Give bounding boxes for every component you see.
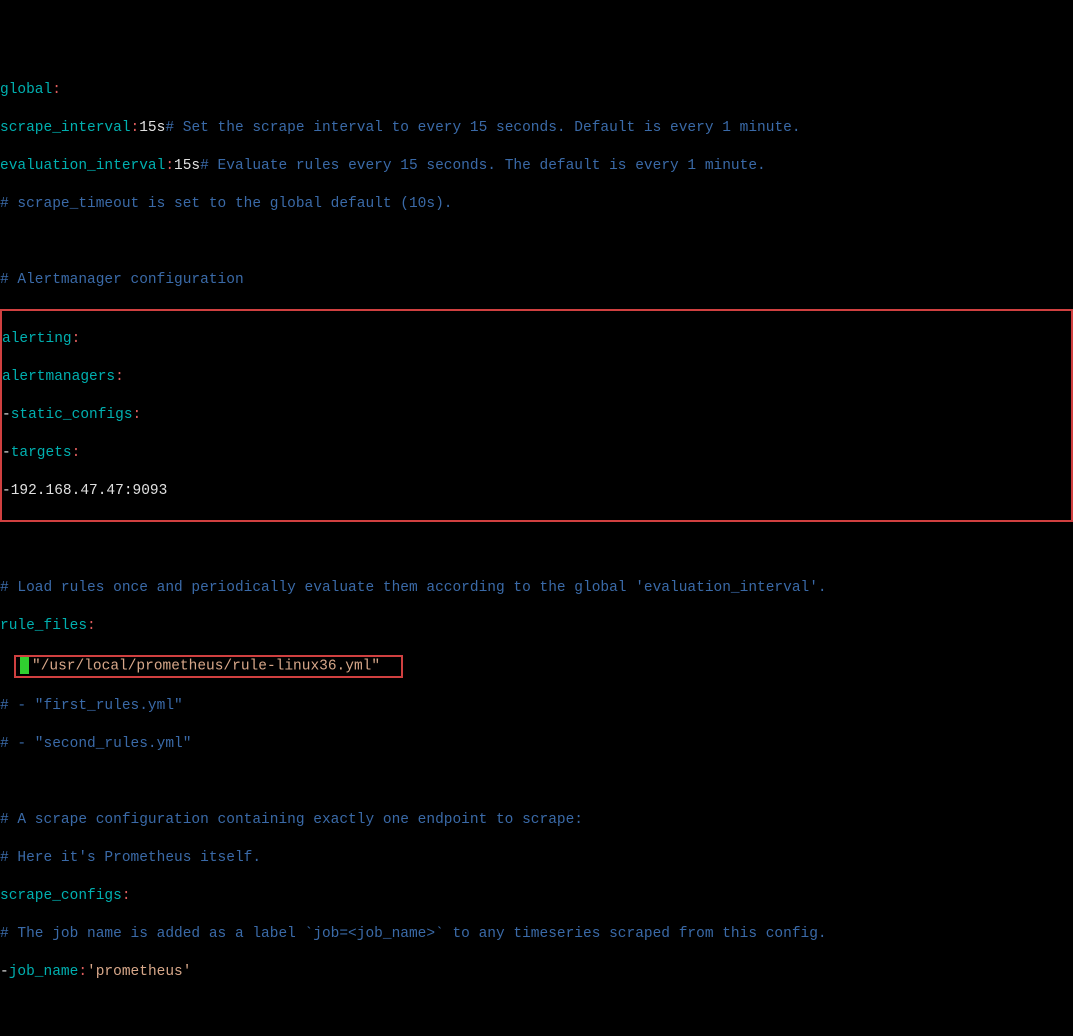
comment-job: # The job name is added as a label `job=…: [0, 925, 827, 944]
yaml-line-first-rules[interactable]: # - "first_rules.yml": [0, 697, 1073, 716]
comment-first-rules: # - "first_rules.yml": [0, 697, 183, 716]
yaml-line-scrape-comment1[interactable]: # A scrape configuration containing exac…: [0, 811, 1073, 830]
comment-eval-interval: # Evaluate rules every 15 seconds. The d…: [200, 157, 766, 176]
key-scrape-configs: scrape_configs: [0, 887, 122, 906]
yaml-line-static-configs[interactable]: - static_configs:: [2, 406, 1071, 425]
comment-scrape-interval: # Set the scrape interval to every 15 se…: [165, 119, 800, 138]
yaml-line-targets[interactable]: - targets:: [2, 444, 1071, 463]
yaml-blank-line[interactable]: [0, 233, 1073, 252]
yaml-line-scrape-interval[interactable]: scrape_interval: 15s # Set the scrape in…: [0, 119, 1073, 138]
colon: :: [87, 617, 96, 636]
comment-scrape1: # A scrape configuration containing exac…: [0, 811, 583, 830]
yaml-blank-line[interactable]: [0, 773, 1073, 792]
yaml-blank-line[interactable]: [0, 1001, 1073, 1020]
colon: :: [78, 963, 87, 982]
string-rule-path: "/usr/local/prometheus/rule-linux36.yml": [32, 658, 380, 674]
yaml-line-global[interactable]: global:: [0, 81, 1073, 100]
key-alerting: alerting: [2, 330, 72, 349]
yaml-line-rule-path[interactable]: "/usr/local/prometheus/rule-linux36.yml": [0, 655, 1073, 678]
colon: :: [133, 406, 142, 425]
string-prometheus: 'prometheus': [87, 963, 191, 982]
val-eval-interval: 15s: [174, 157, 200, 176]
colon: :: [52, 81, 61, 100]
key-rule-files: rule_files: [0, 617, 87, 636]
yaml-line-alertmanager-header[interactable]: # Alertmanager configuration: [0, 271, 1073, 290]
yaml-line-eval-interval[interactable]: evaluation_interval: 15s # Evaluate rule…: [0, 157, 1073, 176]
yaml-line-alertmanagers[interactable]: alertmanagers:: [2, 368, 1071, 387]
yaml-line-rule-files[interactable]: rule_files:: [0, 617, 1073, 636]
key-global: global: [0, 81, 52, 100]
yaml-line-second-rules[interactable]: # - "second_rules.yml": [0, 735, 1073, 754]
yaml-line-scrape-configs[interactable]: scrape_configs:: [0, 887, 1073, 906]
comment-load-rules: # Load rules once and periodically evalu…: [0, 579, 827, 598]
colon: :: [72, 330, 81, 349]
comment-second-rules: # - "second_rules.yml": [0, 735, 191, 754]
yaml-blank-line[interactable]: [0, 541, 1073, 560]
comment-scrape2: # Here it's Prometheus itself.: [0, 849, 261, 868]
dash: -: [2, 406, 11, 425]
key-alertmanagers: alertmanagers: [2, 368, 115, 387]
dash: -: [0, 963, 9, 982]
dash: -: [2, 482, 11, 501]
key-targets: targets: [11, 444, 72, 463]
yaml-line-load-rules-comment[interactable]: # Load rules once and periodically evalu…: [0, 579, 1073, 598]
colon: :: [131, 119, 140, 138]
comment-alertmanager-header: # Alertmanager configuration: [0, 271, 244, 290]
val-target-ip: 192.168.47.47:9093: [11, 482, 168, 501]
key-static-configs: static_configs: [11, 406, 133, 425]
cursor-icon: [20, 657, 29, 674]
highlight-box-rule-path: "/usr/local/prometheus/rule-linux36.yml": [14, 655, 403, 678]
highlight-box-alerting: alerting: alertmanagers: - static_config…: [0, 309, 1073, 522]
key-scrape-interval: scrape_interval: [0, 119, 131, 138]
dash: -: [2, 444, 11, 463]
key-job-name: job_name: [9, 963, 79, 982]
comment-timeout: # scrape_timeout is set to the global de…: [0, 195, 452, 214]
yaml-line-scrape-comment2[interactable]: # Here it's Prometheus itself.: [0, 849, 1073, 868]
colon: :: [122, 887, 131, 906]
yaml-line-target-ip[interactable]: - 192.168.47.47:9093: [2, 482, 1071, 501]
colon: :: [115, 368, 124, 387]
colon: :: [165, 157, 174, 176]
colon: :: [72, 444, 81, 463]
yaml-line-job-name[interactable]: - job_name: 'prometheus': [0, 963, 1073, 982]
yaml-line-timeout-comment[interactable]: # scrape_timeout is set to the global de…: [0, 195, 1073, 214]
key-eval-interval: evaluation_interval: [0, 157, 165, 176]
val-scrape-interval: 15s: [139, 119, 165, 138]
yaml-line-job-comment[interactable]: # The job name is added as a label `job=…: [0, 925, 1073, 944]
yaml-line-alerting[interactable]: alerting:: [2, 330, 1071, 349]
